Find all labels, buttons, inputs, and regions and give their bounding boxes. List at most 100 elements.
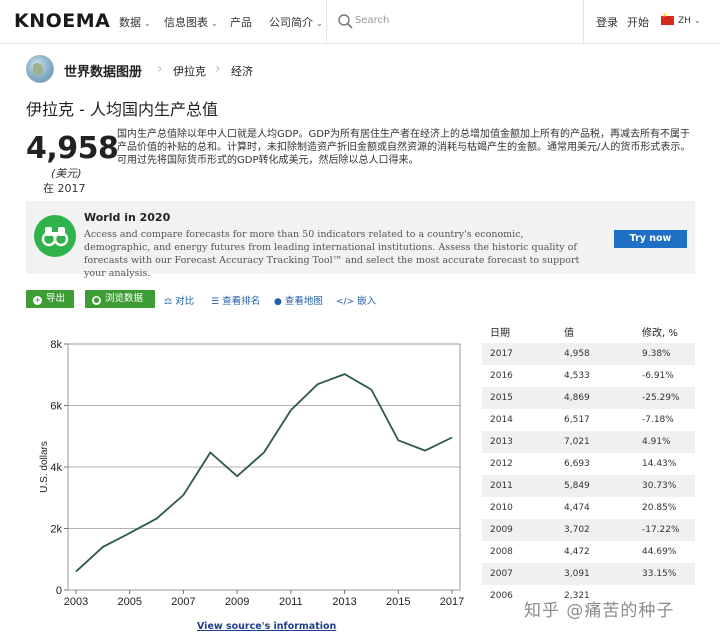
cell-value: 3,702 (564, 525, 590, 535)
scale-icon: ⚖ (164, 297, 173, 307)
cell-change: 30.73% (642, 481, 677, 491)
chevron-down-icon: ⌄ (211, 19, 218, 28)
knoema-logo[interactable]: KNOEMA (14, 10, 110, 32)
x-tick-label: 2017 (440, 596, 464, 608)
cell-change: 14.43% (642, 459, 677, 469)
headline-unit: (美元) (51, 167, 82, 180)
page-title: 伊拉克 - 人均国内生产总值 (26, 100, 218, 119)
cell-value: 5,849 (564, 481, 590, 491)
breadcrumb-atlas[interactable]: 世界数据图册 (64, 61, 142, 80)
x-tick-label: 2015 (386, 596, 410, 608)
ranking-link[interactable]: ☰ 查看排名 (211, 293, 260, 307)
search-icon (338, 14, 353, 29)
data-point (209, 451, 211, 453)
nav-item-infographics[interactable]: 信息图表 ⌄ (164, 14, 218, 30)
table-row: 2012 6,693 14.43% (482, 453, 695, 475)
export-button[interactable]: + 导出 (26, 290, 74, 308)
data-point (344, 373, 346, 375)
plus-icon: + (33, 296, 42, 305)
cell-value: 7,021 (564, 437, 590, 447)
data-point (451, 437, 453, 439)
y-tick-label: 0 (56, 585, 62, 597)
try-now-button[interactable]: Try now (614, 230, 687, 248)
cell-date: 2006 (490, 591, 513, 601)
cell-change: -25.29% (642, 393, 680, 403)
cell-change: -17.22% (642, 525, 680, 535)
cell-date: 2007 (490, 569, 513, 579)
line-chart: 0 2k 4k 6k 8k 2003 2005 2007 2009 2011 2013 2015 201… (39, 339, 464, 608)
cell-date: 2008 (490, 547, 513, 557)
breadcrumb-separator-icon: › (215, 61, 221, 77)
y-tick-label: 8k (50, 339, 62, 351)
data-point (424, 450, 426, 452)
table-row: 2013 7,021 4.91% (482, 431, 695, 453)
breadcrumb-country[interactable]: 伊拉克 (173, 63, 206, 79)
cell-change: 33.15% (642, 569, 677, 579)
embed-link[interactable]: </> 嵌入 (336, 293, 376, 307)
view-source-link[interactable]: View source's information (197, 621, 336, 632)
banner-title: World in 2020 (84, 211, 171, 224)
x-tick-label: 2013 (332, 596, 356, 608)
cell-change: -7.18% (642, 415, 674, 425)
data-point (317, 383, 319, 385)
search-input[interactable]: Search (355, 15, 389, 26)
x-tick-label: 2003 (64, 596, 88, 608)
language-selector[interactable]: ZH ⌄ (678, 16, 701, 26)
cell-date: 2013 (490, 437, 513, 447)
nav-item-products[interactable]: 产品 (230, 14, 252, 30)
cell-value: 4,869 (564, 393, 590, 403)
cell-value: 4,533 (564, 371, 590, 381)
table-body: 2017 4,958 9.38% 2016 4,533 -6.91% 2015 4,869 -2… (482, 343, 695, 607)
nav-item-data[interactable]: 数据 ⌄ (119, 14, 151, 30)
header-change[interactable]: 修改, % (642, 325, 678, 343)
x-tick-label: 2011 (279, 596, 303, 608)
breadcrumb-separator-icon: › (157, 61, 163, 77)
cell-value: 6,693 (564, 459, 590, 469)
indicator-description: 国内生产总值除以年中人口就是人均GDP。GDP为所有居住生产者在经济上的总增加值… (117, 129, 691, 166)
header-date[interactable]: 日期 (490, 325, 510, 343)
data-point (102, 546, 104, 548)
compare-link[interactable]: ⚖ 对比 (164, 293, 194, 307)
cell-date: 2011 (490, 481, 513, 491)
data-point (75, 571, 77, 573)
table-row: 2009 3,702 -17.22% (482, 519, 695, 541)
table-row: 2007 3,091 33.15% (482, 563, 695, 585)
cell-change: 4.91% (642, 437, 671, 447)
data-point (236, 475, 238, 477)
globe-icon: ● (274, 297, 282, 307)
cell-value: 4,472 (564, 547, 590, 557)
data-point (290, 409, 292, 411)
world-2020-banner: World in 2020 Access and compare forecas… (26, 201, 695, 279)
cell-change: 44.69% (642, 547, 677, 557)
browse-data-button[interactable]: ● 浏览数据 (85, 290, 155, 308)
y-axis-label: U.S. dollars (39, 441, 50, 493)
cell-date: 2017 (490, 349, 513, 359)
cell-value: 3,091 (564, 569, 590, 579)
table-row: 2010 4,474 20.85% (482, 497, 695, 519)
breadcrumb-category[interactable]: 经济 (231, 63, 253, 79)
map-link[interactable]: ● 查看地图 (274, 293, 323, 307)
cell-date: 2015 (490, 393, 513, 403)
data-table: 日期 值 修改, % 2017 4,958 9.38% 2016 4,533 -6.91%… (482, 325, 695, 607)
china-flag-icon[interactable] (661, 12, 674, 25)
globe-icon (26, 55, 54, 83)
eye-icon: ● (92, 296, 101, 305)
header-value[interactable]: 值 (564, 325, 574, 343)
cell-date: 2010 (490, 503, 513, 513)
table-row: 2017 4,958 9.38% (482, 343, 695, 365)
data-point (397, 439, 399, 441)
cell-value: 4,958 (564, 349, 590, 359)
cell-change: -6.91% (642, 371, 674, 381)
top-nav: KNOEMA 数据⌄ 信息图表⌄ 产品 公司简介⌄ Search 登录 开始 Z… (0, 0, 720, 44)
cell-date: 2014 (490, 415, 513, 425)
search-box[interactable]: Search (326, 0, 584, 44)
cell-date: 2012 (490, 459, 513, 469)
cell-date: 2016 (490, 371, 513, 381)
nav-item-about[interactable]: 公司简介 ⌄ (269, 14, 323, 30)
banner-text: Access and compare forecasts for more th… (84, 229, 580, 279)
start-link[interactable]: 开始 (627, 14, 649, 30)
table-row: 2014 6,517 -7.18% (482, 409, 695, 431)
binoculars-icon (34, 215, 76, 257)
login-link[interactable]: 登录 (596, 14, 618, 30)
cell-value: 4,474 (564, 503, 590, 513)
